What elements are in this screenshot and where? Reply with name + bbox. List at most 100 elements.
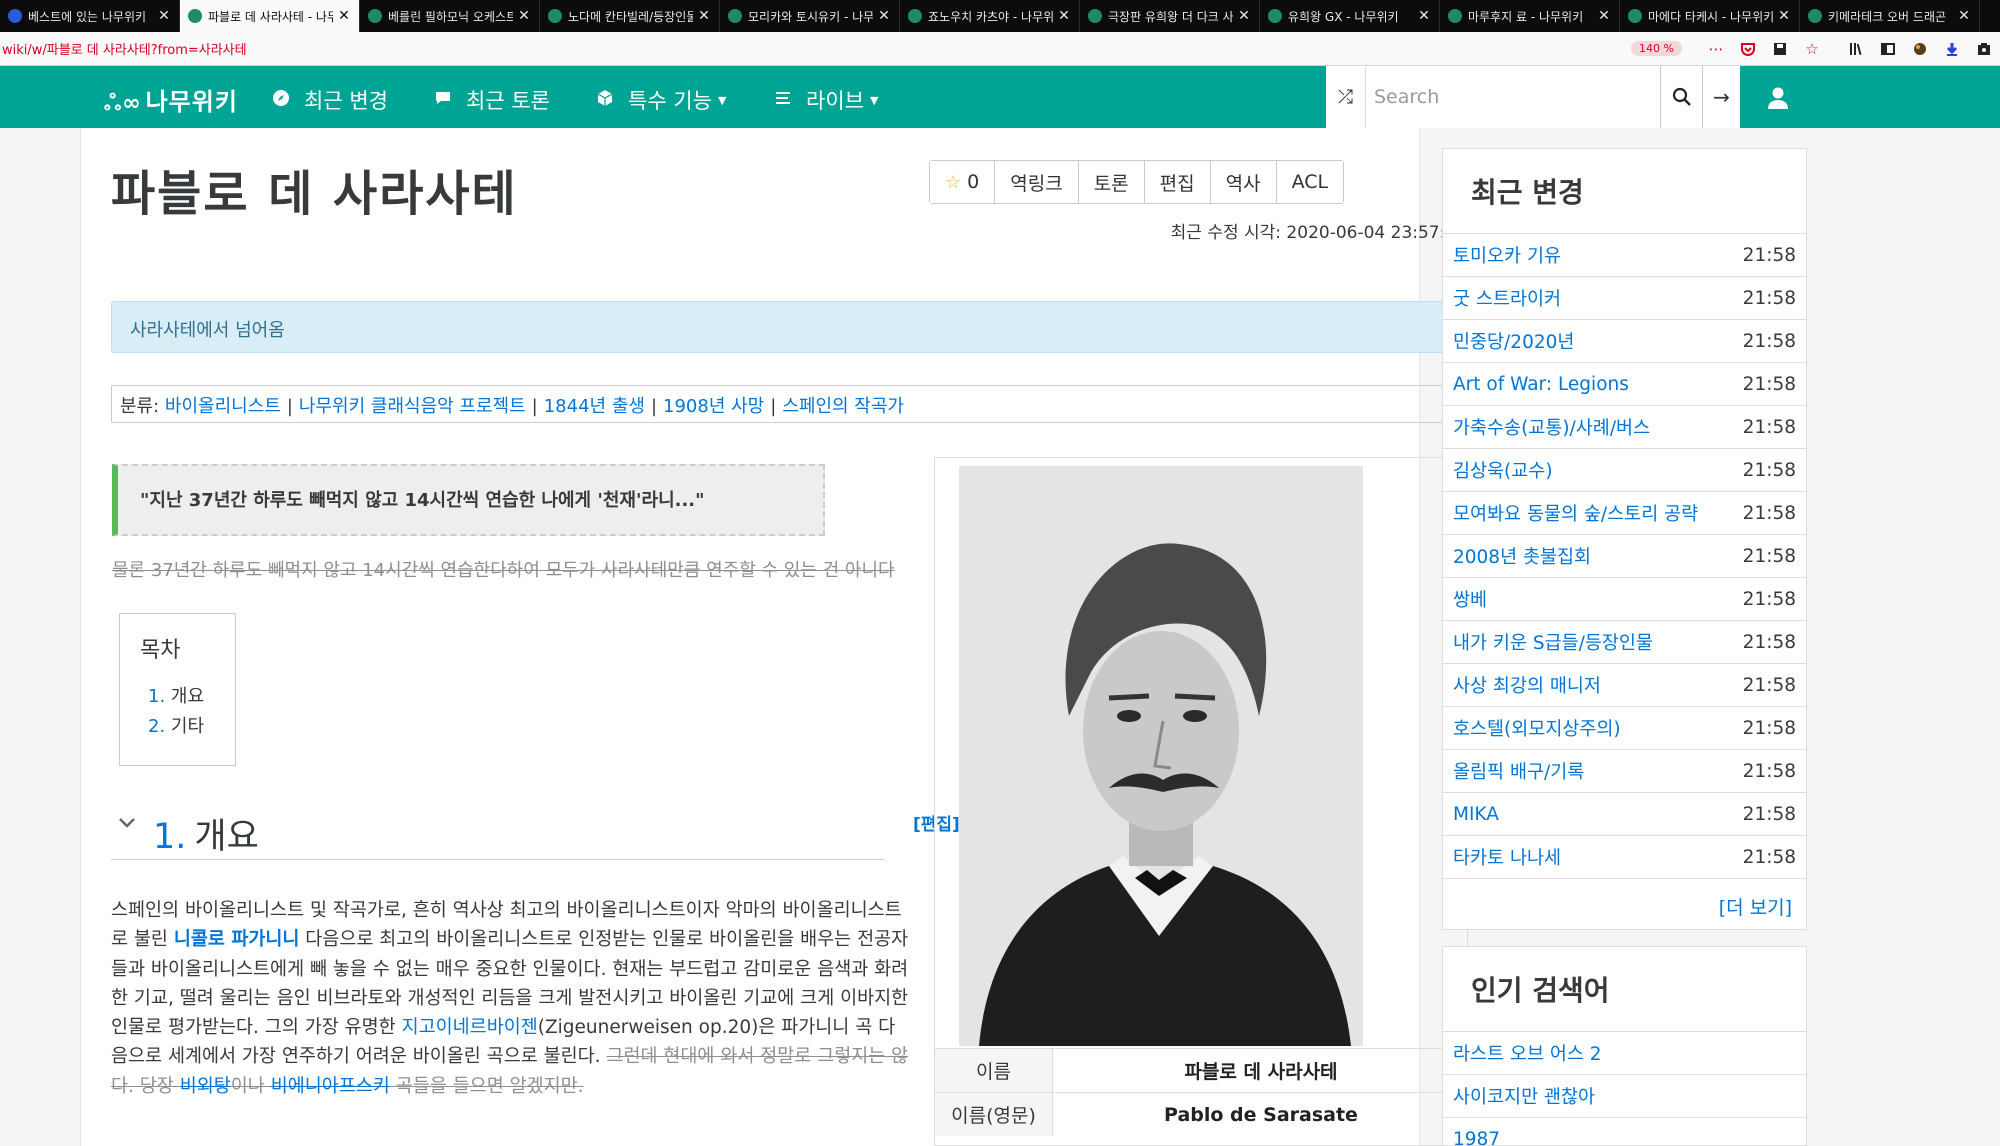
toc-item-number[interactable]: 2. — [148, 716, 165, 737]
recent-change-row: 올림픽 배구/기록 21:58 — [1443, 750, 1806, 793]
screenshot-icon[interactable] — [1973, 38, 1995, 60]
browser-tab[interactable]: 마에다 타케시 - 나무위키 ✕ — [1620, 0, 1800, 32]
recent-change-link[interactable]: 호스텔(외모지상주의) — [1453, 715, 1743, 741]
article-action-group: ☆ 0 역링크 토론 편집 역사 ACL — [929, 160, 1345, 204]
browser-tab-title: 마루후지 료 - 나무위키 — [1468, 9, 1584, 24]
library-icon[interactable] — [1845, 38, 1867, 60]
go-button[interactable]: → — [1702, 66, 1740, 128]
close-icon[interactable]: ✕ — [1597, 8, 1611, 24]
close-icon[interactable]: ✕ — [1777, 8, 1791, 24]
close-icon[interactable]: ✕ — [877, 8, 891, 24]
nav-live-label: 라이브 — [806, 89, 864, 113]
search-button[interactable] — [1660, 66, 1702, 128]
recent-changes-card: 최근 변경 토미오카 기유 21:58 굿 스트라이커 21:58 민중당/2020년 2… — [1442, 148, 1807, 930]
nav-recent-changes[interactable]: 최근 변경 — [272, 85, 388, 115]
recent-change-row: 굿 스트라이커 21:58 — [1443, 277, 1806, 320]
recent-change-link[interactable]: 쌍베 — [1453, 586, 1743, 612]
close-icon[interactable]: ✕ — [1417, 8, 1431, 24]
recent-change-link[interactable]: Art of War: Legions — [1453, 374, 1743, 395]
random-page-button[interactable]: ⤮ — [1326, 66, 1366, 128]
discuss-button[interactable]: 토론 — [1078, 161, 1145, 203]
browser-tab[interactable]: 극장판 유희왕 더 다크 사이드 ✕ — [1080, 0, 1260, 32]
nav-recent-discussions[interactable]: 최근 토론 — [434, 85, 550, 115]
recent-change-row: 김상욱(교수) 21:58 — [1443, 449, 1806, 492]
browser-tab[interactable]: 유희왕 GX - 나무위키 ✕ — [1260, 0, 1440, 32]
pocket-icon[interactable] — [1737, 38, 1759, 60]
chevron-down-icon[interactable] — [117, 812, 137, 838]
nav-live[interactable]: 라이브 ▼ — [774, 85, 878, 115]
browser-tab[interactable]: 베를린 필하모닉 오케스트라 ✕ — [360, 0, 540, 32]
acl-button[interactable]: ACL — [1276, 161, 1344, 203]
category-link[interactable]: 1908년 사망 — [663, 396, 764, 417]
article-link[interactable]: 비에니아프스키 — [271, 1076, 390, 1097]
category-link[interactable]: 스페인의 작곡가 — [782, 396, 904, 417]
nav-special-functions[interactable]: 특수 기능 ▼ — [596, 85, 726, 115]
sidebar-toggle-icon[interactable] — [1877, 38, 1899, 60]
recent-change-link[interactable]: 토미오카 기유 — [1453, 242, 1743, 268]
edit-button[interactable]: 편집 — [1144, 161, 1211, 203]
backlinks-button[interactable]: 역링크 — [995, 161, 1079, 203]
recent-change-time: 21:58 — [1742, 373, 1796, 395]
recent-change-link[interactable]: 내가 키운 S급들/등장인물 — [1453, 629, 1743, 655]
browser-tab[interactable]: 마루후지 료 - 나무위키 ✕ — [1440, 0, 1620, 32]
star-button[interactable]: ☆ 0 — [930, 161, 996, 203]
close-icon[interactable]: ✕ — [157, 8, 171, 24]
browser-tab[interactable]: 베스트에 있는 나무위키 ✕ — [0, 0, 180, 32]
recent-change-row: 쌍베 21:58 — [1443, 578, 1806, 621]
download-icon[interactable] — [1941, 38, 1963, 60]
zoom-indicator[interactable]: 140 % — [1631, 41, 1682, 56]
close-icon[interactable]: ✕ — [1237, 8, 1251, 24]
browser-tab[interactable]: 노다메 칸타빌레/등장인물 ✕ — [540, 0, 720, 32]
search-input[interactable] — [1366, 66, 1660, 128]
close-icon[interactable]: ✕ — [1957, 8, 1971, 24]
more-link[interactable]: [더 보기] — [1443, 879, 1806, 934]
recent-change-link[interactable]: 사상 최강의 매니저 — [1453, 672, 1743, 698]
bookmark-star-icon[interactable]: ☆ — [1801, 38, 1823, 60]
recent-change-row: 사상 최강의 매니저 21:58 — [1443, 664, 1806, 707]
toc-item[interactable]: 1. 개요 — [140, 682, 215, 712]
recent-change-link[interactable]: 2008년 촛불집회 — [1453, 543, 1743, 569]
article-link[interactable]: 비외탕 — [180, 1076, 231, 1097]
toc-item-number[interactable]: 1. — [148, 686, 165, 707]
browser-tab-title: 극장판 유희왕 더 다크 사이드 — [1108, 9, 1233, 24]
category-link[interactable]: 바이올리니스트 — [165, 396, 281, 417]
popular-search-link[interactable]: 라스트 오브 어스 2 — [1443, 1032, 1806, 1075]
compass-icon — [272, 89, 290, 112]
recent-change-link[interactable]: 굿 스트라이커 — [1453, 285, 1743, 311]
browser-tab[interactable]: 파블로 데 사라사테 - 나무위키 ✕ — [180, 0, 360, 32]
user-menu-button[interactable] — [1760, 80, 1796, 116]
article-link[interactable]: 니콜로 파가니니 — [174, 929, 300, 950]
infobox-label: 이름 — [935, 1049, 1053, 1092]
recent-change-link[interactable]: 모여봐요 동물의 숲/스토리 공략 — [1453, 500, 1743, 526]
browser-tab[interactable]: 모리카와 토시유키 - 나무위키 ✕ — [720, 0, 900, 32]
more-actions-icon[interactable]: ⋯ — [1705, 38, 1727, 60]
recent-change-link[interactable]: 타카토 나나세 — [1453, 844, 1743, 870]
article-link[interactable]: 지고이네르바이젠 — [402, 1017, 538, 1038]
popular-search-link[interactable]: 1987 — [1443, 1118, 1806, 1146]
infobox-label: 이름(영문) — [935, 1093, 1053, 1136]
recent-change-time: 21:58 — [1742, 803, 1796, 825]
close-icon[interactable]: ✕ — [337, 8, 351, 24]
close-icon[interactable]: ✕ — [517, 8, 531, 24]
save-icon[interactable] — [1769, 38, 1791, 60]
category-link[interactable]: 1844년 출생 — [544, 396, 645, 417]
browser-tab[interactable]: 키메라테크 오버 드래곤 ✕ — [1800, 0, 1980, 32]
section-heading[interactable]: 1. 개요 — [111, 804, 885, 860]
recent-change-link[interactable]: 민중당/2020년 — [1453, 328, 1743, 354]
url-field[interactable]: wiki/w/파블로 데 사라사테?from=사라사테 — [0, 39, 1631, 58]
close-icon[interactable]: ✕ — [697, 8, 711, 24]
recent-change-link[interactable]: 가축수송(교통)/사례/버스 — [1453, 414, 1743, 440]
toc-item-label: 기타 — [170, 716, 205, 737]
recent-change-link[interactable]: MIKA — [1453, 804, 1743, 825]
browser-tab[interactable]: 죠노우치 카츠야 - 나무위키 ✕ — [900, 0, 1080, 32]
recent-change-link[interactable]: 올림픽 배구/기록 — [1453, 758, 1743, 784]
category-link[interactable]: 나무위키 클래식음악 프로젝트 — [299, 396, 526, 417]
popular-search-link[interactable]: 사이코지만 괜찮아 — [1443, 1075, 1806, 1118]
close-icon[interactable]: ✕ — [1057, 8, 1071, 24]
history-button[interactable]: 역사 — [1210, 161, 1277, 203]
user-icon — [1768, 87, 1788, 109]
toc-item[interactable]: 2. 기타 — [140, 712, 215, 742]
recent-change-link[interactable]: 김상욱(교수) — [1453, 457, 1743, 483]
site-logo[interactable]: ஃ∞ 나무위키 — [104, 82, 238, 119]
globe-icon[interactable] — [1909, 38, 1931, 60]
